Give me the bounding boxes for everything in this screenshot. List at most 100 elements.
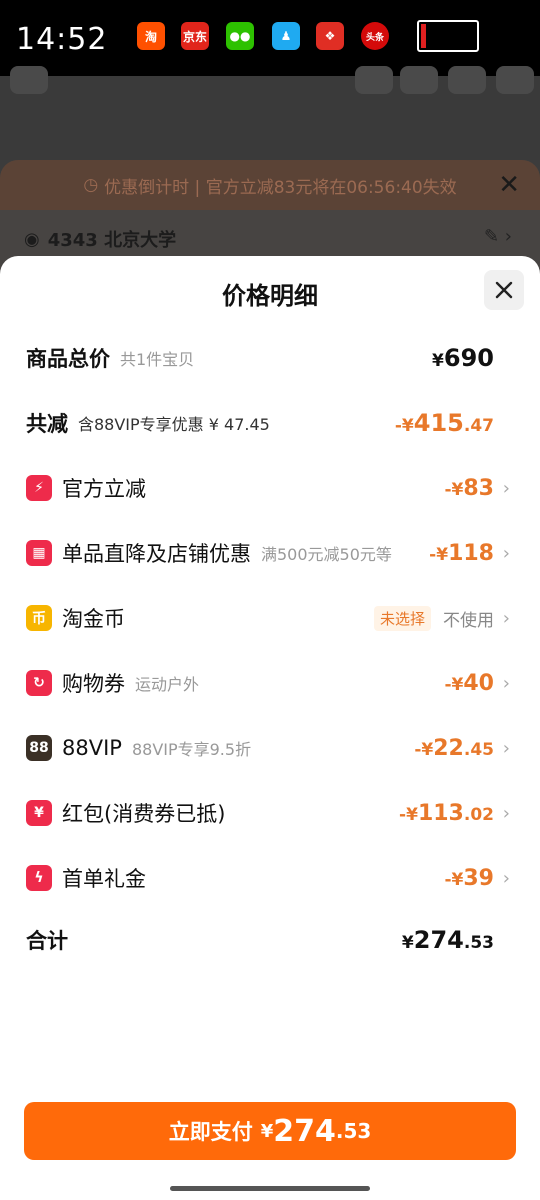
notice-close-icon: ✕ — [498, 170, 520, 200]
discount-dec: .02 — [463, 804, 494, 825]
discount-prefix: -¥ — [429, 544, 449, 565]
not-selected-tag: 未选择 — [373, 605, 431, 631]
goods-total-row: 商品总价 共1件宝贝 ¥690 — [26, 336, 514, 380]
discount-label: 购物券 — [62, 672, 125, 696]
chevron-right-icon: › — [502, 803, 510, 824]
chevron-right-icon: › — [502, 608, 510, 629]
first-order-gift-icon: ϟ — [26, 865, 52, 891]
pay-amount-int: 274 — [273, 1113, 336, 1149]
discount-row[interactable]: 币淘金币 未选择 不使用 › — [26, 596, 514, 640]
vip-88-icon: 88 — [26, 735, 52, 761]
home-icon — [448, 66, 486, 94]
status-time: 14:52 — [16, 22, 108, 57]
address-text: 4343 北京大学 — [47, 230, 177, 251]
status-bar: 14:52 淘京东 ●● ♟ ❖ 头条 — [0, 0, 540, 76]
lightning-icon: ⚡ — [26, 475, 52, 501]
home-indicator[interactable] — [170, 1186, 370, 1191]
discount-row[interactable]: ▦ 单品直降及店铺优惠 满500元减50元等 -¥118 › — [26, 531, 514, 575]
battery-icon — [417, 20, 479, 52]
wechat-app-icon: ●● — [226, 22, 254, 50]
edit-icon — [355, 66, 393, 94]
chevron-right-icon: › — [502, 543, 510, 564]
vip-discount-note: 含88VIP专享优惠 ¥ 47.45 — [78, 415, 270, 434]
coin-icon: 币 — [26, 605, 52, 631]
discount-row[interactable]: 88 88VIP 88VIP专享9.5折 -¥22.45 › — [26, 726, 514, 770]
pinduoduo-app-icon: ❖ — [316, 22, 344, 50]
address-edit-icon: ✎ › — [483, 226, 512, 247]
chevron-right-icon: › — [502, 738, 510, 759]
pay-now-button[interactable]: 立即支付 ¥ 274 .53 — [24, 1102, 516, 1160]
chevron-right-icon: › — [502, 868, 510, 889]
discount-row[interactable]: ϟ 首单礼金 -¥39 › — [26, 856, 514, 900]
discount-int: 22 — [433, 735, 464, 761]
address-row: ◉ 4343 北京大学 — [24, 226, 176, 252]
location-icon: ◉ — [24, 228, 40, 250]
discount-note: 88VIP专享9.5折 — [131, 740, 252, 759]
pay-amount-dec: .53 — [335, 1119, 372, 1143]
toutiao-app-icon: 头条 — [361, 22, 389, 50]
grand-total-row: 合计 ¥274.53 — [26, 918, 514, 962]
discount-prefix: -¥ — [399, 804, 418, 825]
red-packet-icon: ¥ — [26, 800, 52, 826]
close-icon — [495, 281, 513, 299]
discount-prefix: -¥ — [444, 674, 464, 695]
discount-label: 单品直降及店铺优惠 — [62, 542, 251, 566]
total-discount-row: 共减 含88VIP专享优惠 ¥ 47.45 -¥415.47 — [26, 401, 514, 445]
clock-icon: ◷ — [83, 175, 99, 195]
discount-amount: -¥113.02 — [399, 801, 494, 826]
shop-icon: ▦ — [26, 540, 52, 566]
goods-count: 共1件宝贝 — [120, 350, 195, 369]
taobao-app-icon: 淘 — [137, 22, 165, 50]
coupon-icon: ↻ — [26, 670, 52, 696]
background-top-nav — [0, 66, 540, 160]
qq-app-icon: ♟ — [272, 22, 300, 50]
goods-total-amount: 690 — [443, 344, 494, 372]
discount-row[interactable]: ⚡ 官方立减 -¥83 › — [26, 466, 514, 510]
discount-row[interactable]: ↻ 购物券 运动户外 -¥40 › — [26, 661, 514, 705]
discount-prefix: -¥ — [414, 739, 434, 760]
total-discount-int: 415 — [413, 409, 464, 437]
discount-amount: -¥40 — [444, 671, 494, 696]
discount-row[interactable]: ¥ 红包(消费券已抵) -¥113.02 › — [26, 791, 514, 835]
goods-total-label: 商品总价 — [26, 347, 110, 371]
cart-icon — [400, 66, 438, 94]
chevron-right-icon: › — [502, 673, 510, 694]
discount-int: 113 — [417, 800, 464, 826]
discount-int: 83 — [463, 475, 494, 501]
price-detail-sheet: 价格明细 商品总价 共1件宝贝 ¥690 共减 含88VIP专享优惠 ¥ 47.… — [0, 256, 540, 1200]
discount-label: 淘金币 — [62, 607, 125, 631]
grand-total-dec: .53 — [463, 933, 494, 953]
currency-symbol: ¥ — [432, 351, 444, 371]
discount-prefix: -¥ — [444, 479, 464, 500]
discount-note: 运动户外 — [135, 675, 200, 694]
total-discount-dec: .47 — [463, 416, 494, 436]
countdown-notice: ◷ 优惠倒计时 | 官方立减83元将在06:56:40失效 ✕ — [0, 160, 540, 210]
discount-amount: -¥39 — [444, 866, 494, 891]
total-discount-label: 共减 — [26, 412, 68, 436]
discount-dec: .45 — [463, 739, 494, 760]
discount-label: 首单礼金 — [62, 867, 146, 891]
discount-label: 官方立减 — [62, 477, 146, 501]
discount-amount: -¥22.45 — [414, 736, 494, 761]
back-icon — [10, 66, 48, 94]
jd-app-icon: 京东 — [181, 22, 209, 50]
more-icon — [496, 66, 534, 94]
grand-total-label: 合计 — [26, 929, 68, 953]
countdown-text: 优惠倒计时 | 官方立减83元将在06:56:40失效 — [104, 177, 457, 198]
chevron-right-icon: › — [502, 478, 510, 499]
discount-note: 满500元减50元等 — [261, 545, 392, 564]
discount-amount: -¥118 — [429, 541, 494, 566]
discount-amount: -¥83 — [444, 476, 494, 501]
discount-label: 红包(消费券已抵) — [62, 802, 226, 826]
coin-usage-value: 不使用 — [443, 610, 494, 631]
pay-now-label: 立即支付 — [168, 1120, 253, 1144]
discount-label: 88VIP — [62, 736, 122, 760]
discount-prefix: -¥ — [394, 416, 414, 436]
currency-symbol: ¥ — [401, 933, 414, 953]
discount-int: 40 — [463, 670, 494, 696]
grand-total-int: 274 — [413, 926, 464, 954]
discount-int: 39 — [463, 865, 494, 891]
discount-prefix: -¥ — [444, 869, 464, 890]
close-button[interactable] — [484, 270, 524, 310]
sheet-title: 价格明细 — [222, 282, 318, 310]
